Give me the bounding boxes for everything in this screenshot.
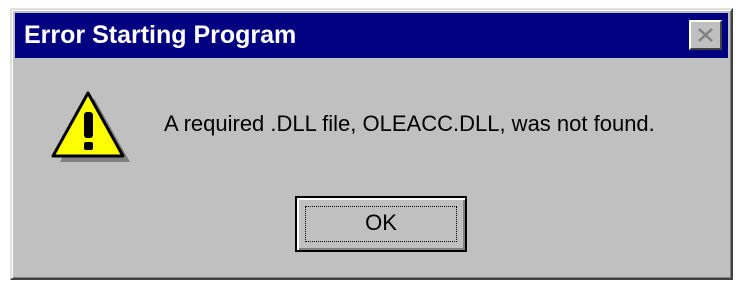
ok-button-label: OK xyxy=(365,210,397,235)
close-button[interactable] xyxy=(689,20,722,50)
dialog-title: Error Starting Program xyxy=(24,21,297,49)
error-message: A required .DLL file, OLEACC.DLL, was no… xyxy=(164,111,655,136)
warning-icon xyxy=(50,90,130,168)
error-dialog: Error Starting Program A required .DLL f… xyxy=(10,8,733,280)
ok-button[interactable]: OK xyxy=(295,196,467,252)
title-bar[interactable]: Error Starting Program xyxy=(15,13,728,58)
close-icon xyxy=(698,28,713,42)
